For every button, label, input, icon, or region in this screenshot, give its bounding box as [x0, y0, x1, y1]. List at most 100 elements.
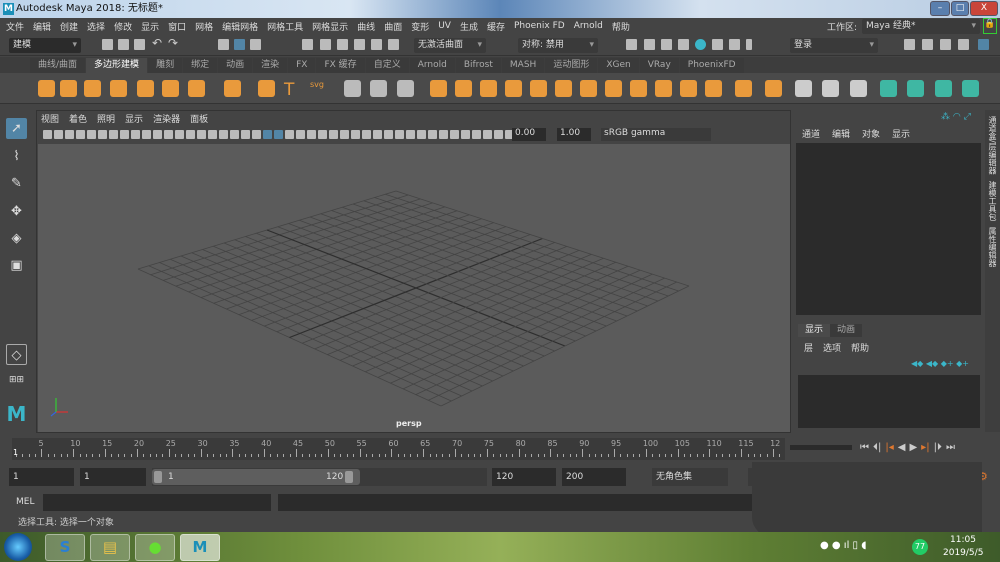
undo-icon[interactable]: ↶ [152, 36, 163, 50]
live-surface-field[interactable]: 无激活曲面 [414, 38, 486, 53]
menu-item[interactable]: 网格 [195, 20, 213, 33]
shelf-tool-icon[interactable] [258, 80, 275, 97]
layer-tab[interactable]: 显示 [798, 324, 831, 337]
shelf-tool-icon[interactable] [962, 80, 979, 97]
render-current-icon[interactable] [644, 39, 655, 50]
viewport-tool-icon[interactable] [43, 130, 52, 139]
select-hierarchy-icon[interactable] [218, 39, 229, 50]
menu-item[interactable]: 缓存 [487, 20, 505, 33]
viewport-tool-icon[interactable] [76, 130, 85, 139]
go-to-end-icon[interactable]: ⏭ [946, 442, 955, 453]
menu-item[interactable]: 生成 [460, 20, 478, 33]
close-button[interactable]: X [970, 1, 998, 16]
arnold-render-icon[interactable] [729, 39, 740, 50]
channel-icons[interactable]: ⁂ ◠ ⤢ [941, 112, 971, 122]
shelf-tab[interactable]: 曲线/曲面 [30, 58, 86, 73]
shelf-tab[interactable]: FX [288, 58, 316, 73]
end-time-field[interactable]: 200 [562, 468, 626, 486]
mode-dropdown[interactable]: 建模 [9, 38, 81, 53]
tool-settings-icon[interactable] [958, 39, 969, 50]
lock-icon[interactable]: 🔒 [983, 18, 997, 34]
viewport-tool-icon[interactable] [296, 130, 305, 139]
character-set-dropdown[interactable]: 无角色集 [652, 468, 728, 486]
maya-m-icon[interactable]: M [6, 404, 27, 425]
shelf-tool-icon[interactable] [110, 80, 127, 97]
move-tool-icon[interactable]: ✥ [6, 201, 27, 222]
menu-item[interactable]: UV [438, 21, 451, 31]
workspace-dropdown[interactable]: Maya 经典* [862, 19, 980, 34]
range-bar[interactable]: 1 120 [152, 468, 487, 486]
new-scene-icon[interactable] [102, 39, 113, 50]
viewport-tool-icon[interactable] [472, 130, 481, 139]
time-slider-bar[interactable]: 5 10 15 20 25 30 35 40 45 50 55 60 65 70 75 80 85 90 95 100… [12, 438, 785, 460]
shelf-tool-icon[interactable] [795, 80, 812, 97]
play-forward-icon[interactable]: ▶ [909, 442, 917, 453]
snap-view-icon[interactable] [354, 39, 365, 50]
character-controls-icon[interactable] [922, 39, 933, 50]
viewport-tool-icon[interactable] [461, 130, 470, 139]
single-layout-icon[interactable]: ◇ [6, 344, 27, 365]
scale-tool-icon[interactable]: ▣ [6, 255, 27, 276]
menu-item[interactable]: 修改 [114, 20, 132, 33]
select-tool-icon[interactable]: ➚ [6, 118, 27, 139]
menu-item[interactable]: 变形 [411, 20, 429, 33]
viewport-tool-icon[interactable] [164, 130, 173, 139]
shelf-tool-icon[interactable] [188, 80, 205, 97]
shelf-tab[interactable]: XGen [598, 58, 639, 73]
shelf-tab[interactable]: 动画 [218, 58, 253, 73]
channel-menu-item[interactable]: 显示 [892, 127, 910, 140]
viewport-tool-icon[interactable] [362, 130, 371, 139]
layer-menu-item[interactable]: 层 [804, 341, 813, 354]
step-back-frame-icon[interactable]: |◂ [885, 442, 893, 453]
render-settings-icon[interactable] [678, 39, 689, 50]
channel-menu-item[interactable]: 编辑 [832, 127, 850, 140]
shelf-tab[interactable]: MASH [501, 58, 545, 73]
shelf-tab[interactable]: Arnold [409, 58, 455, 73]
start-time-field[interactable]: 1 [9, 468, 74, 486]
shelf-tool-icon[interactable] [605, 80, 622, 97]
viewport-tool-icon[interactable] [98, 130, 107, 139]
viewport-tool-icon[interactable] [395, 130, 404, 139]
viewport-tool-icon[interactable] [109, 130, 118, 139]
play-backward-icon[interactable]: ◀ [898, 442, 906, 453]
paint-select-tool-icon[interactable]: ✎ [6, 173, 27, 194]
shelf-tool-icon[interactable] [680, 80, 697, 97]
shelf-tool-icon[interactable] [84, 80, 101, 97]
viewport-tool-icon[interactable] [175, 130, 184, 139]
range-end-handle[interactable] [345, 471, 353, 483]
viewport-menu-item[interactable]: 渲染器 [153, 112, 180, 125]
shelf-tab[interactable]: 绑定 [183, 58, 218, 73]
open-scene-icon[interactable] [118, 39, 129, 50]
menu-item[interactable]: 创建 [60, 20, 78, 33]
pause-icon[interactable] [746, 39, 752, 50]
viewport-tool-icon[interactable] [494, 130, 503, 139]
viewport-menu-item[interactable]: 显示 [125, 112, 143, 125]
timeline-scroll[interactable] [790, 445, 852, 450]
shelf-tool-icon[interactable] [137, 80, 154, 97]
shelf-tool-icon[interactable] [655, 80, 672, 97]
attribute-editor-icon[interactable] [940, 39, 951, 50]
viewport-tool-icon[interactable] [450, 130, 459, 139]
menu-item[interactable]: 编辑 [33, 20, 51, 33]
menu-item[interactable]: 窗口 [168, 20, 186, 33]
snap-pivot-icon[interactable] [388, 39, 399, 50]
perspective-viewport[interactable]: persp [38, 144, 790, 432]
shelf-tab[interactable]: VRay [639, 58, 679, 73]
layer-list[interactable] [798, 375, 980, 428]
shelf-tool-icon[interactable] [480, 80, 497, 97]
select-object-icon[interactable] [234, 39, 245, 50]
file-explorer-icon[interactable]: ▤ [90, 534, 130, 561]
shelf-tab[interactable]: 自定义 [365, 58, 409, 73]
exposure-field[interactable]: 0.00 [512, 128, 546, 141]
shelf-tool-icon[interactable] [224, 80, 241, 97]
step-back-key-icon[interactable]: ⏴| [873, 442, 881, 453]
quad-layout-icon[interactable]: ⊞⊞ [6, 370, 27, 391]
viewport-tool-icon[interactable] [483, 130, 492, 139]
viewport-menu-item[interactable]: 面板 [190, 112, 208, 125]
viewport-menu-item[interactable]: 照明 [97, 112, 115, 125]
menu-item[interactable]: 文件 [6, 20, 24, 33]
viewport-tool-icon[interactable] [417, 130, 426, 139]
go-to-start-icon[interactable]: ⏮ [860, 442, 869, 453]
select-component-icon[interactable] [250, 39, 261, 50]
shelf-tool-icon[interactable] [735, 80, 752, 97]
